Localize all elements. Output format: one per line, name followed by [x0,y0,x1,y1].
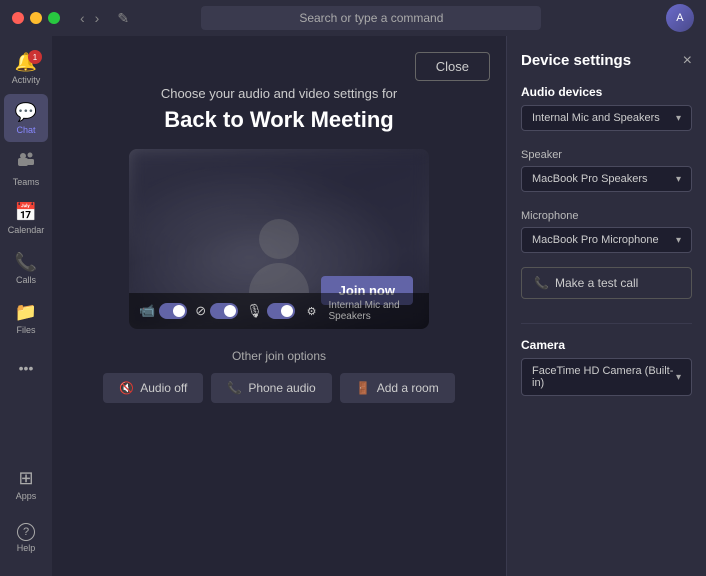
panel-header: Device settings × [521,52,692,69]
add-room-button[interactable]: 🚪 Add a room [340,373,455,403]
video-camera-icon: 📹 [139,303,155,319]
maximize-window-button[interactable] [48,12,60,24]
files-icon: 📁 [15,302,37,323]
sidebar-item-calendar[interactable]: 📅 Calendar [4,194,48,242]
join-options-row: 🔇 Audio off 📞 Phone audio 🚪 Add a room [72,373,486,403]
mic-icon: 🎙 [246,303,263,319]
sidebar-item-label: Calls [16,275,36,285]
apps-icon: ⊞ [18,468,33,489]
microphone-label: Microphone [521,210,692,222]
title-bar: ‹ › ✎ Search or type a command A [0,0,706,36]
phone-audio-icon: 📞 [227,381,242,395]
add-room-icon: 🚪 [356,381,371,395]
test-call-label: Make a test call [555,276,638,290]
sidebar-item-label: Chat [16,125,35,135]
audio-device-value: Internal Mic and Speakers [532,112,660,124]
microphone-value: MacBook Pro Microphone [532,234,659,246]
sidebar-item-label: Help [17,543,36,553]
chevron-down-icon: ▾ [676,235,681,246]
calendar-icon: 📅 [15,202,37,223]
microphone-dropdown[interactable]: MacBook Pro Microphone ▾ [521,227,692,253]
join-options-title: Other join options [72,349,486,363]
chevron-down-icon: ▾ [676,372,681,383]
sidebar-bottom: ⊞ Apps ? Help [4,460,48,576]
sidebar-item-chat[interactable]: 💬 Chat [4,94,48,142]
speaker-dropdown[interactable]: MacBook Pro Speakers ▾ [521,166,692,192]
audio-off-label: Audio off [140,381,187,395]
close-window-button[interactable] [12,12,24,24]
phone-audio-label: Phone audio [248,381,315,395]
audio-off-button[interactable]: 🔇 Audio off [103,373,203,403]
meeting-subtitle: Choose your audio and video settings for [161,86,397,101]
sidebar-item-label: Teams [13,177,40,187]
camera-value: FaceTime HD Camera (Built-in) [532,365,676,389]
audio-off-icon: 🔇 [119,381,134,395]
join-options-section: Other join options 🔇 Audio off 📞 Phone a… [72,349,486,403]
toggle-knob [224,305,236,317]
sidebar-item-calls[interactable]: 📞 Calls [4,244,48,292]
speaker-value: MacBook Pro Speakers [532,173,648,185]
sidebar-item-label: Calendar [8,225,45,235]
audio-device-dropdown[interactable]: Internal Mic and Speakers ▾ [521,105,692,131]
panel-close-button[interactable]: × [683,53,692,69]
camera-label: Camera [521,338,692,352]
toggle-knob [281,305,293,317]
sidebar-item-activity[interactable]: 1 🔔 Activity [4,44,48,92]
video-controls-bar: 📹 ⊘ 🎙 ⚙ Inte [129,293,429,329]
traffic-lights [12,12,60,24]
nav-back-button[interactable]: ‹ [76,8,89,28]
speaker-label: Speaker [521,149,692,161]
video-toggle-group: 📹 [139,303,187,319]
panel-title: Device settings [521,52,631,69]
compose-button[interactable]: ✎ [111,8,135,29]
chat-icon: 💬 [15,102,37,123]
video-preview: Join now 📹 ⊘ 🎙 [129,149,429,329]
activity-badge: 1 [28,50,42,64]
divider [521,323,692,324]
close-meeting-button[interactable]: Close [415,52,490,81]
search-placeholder: Search or type a command [299,11,443,25]
device-settings-panel: Device settings × Audio devices Internal… [506,36,706,576]
settings-icon[interactable]: ⚙ [307,305,317,318]
add-room-label: Add a room [377,381,439,395]
sidebar-item-apps[interactable]: ⊞ Apps [4,460,48,508]
more-icon: ••• [19,360,34,376]
mic-toggle[interactable] [267,303,295,319]
sidebar-item-files[interactable]: 📁 Files [4,294,48,342]
teams-icon [16,150,36,175]
nav-forward-button[interactable]: › [91,8,104,28]
sidebar-item-help[interactable]: ? Help [4,514,48,562]
blur-toggle-group: ⊘ [195,303,238,319]
sidebar-item-label: Files [16,325,35,335]
sidebar-item-more[interactable]: ••• [4,344,48,392]
audio-devices-label: Audio devices [521,85,692,99]
minimize-window-button[interactable] [30,12,42,24]
mic-toggle-group: 🎙 [246,303,295,319]
blur-toggle[interactable] [210,303,238,319]
avatar[interactable]: A [666,4,694,32]
chevron-down-icon: ▾ [676,174,681,185]
test-call-button[interactable]: 📞 Make a test call [521,267,692,299]
test-call-icon: 📞 [534,276,549,290]
blur-icon: ⊘ [195,303,206,319]
sidebar-item-teams[interactable]: Teams [4,144,48,192]
device-label: Internal Mic and Speakers [328,300,419,322]
phone-audio-button[interactable]: 📞 Phone audio [211,373,331,403]
help-icon: ? [17,523,35,541]
chevron-down-icon: ▾ [676,113,681,124]
video-toggle[interactable] [159,303,187,319]
camera-dropdown[interactable]: FaceTime HD Camera (Built-in) ▾ [521,358,692,396]
sidebar-item-label: Activity [12,75,41,85]
sidebar: 1 🔔 Activity 💬 Chat Teams 📅 Calendar [0,36,52,576]
content-area: Close Choose your audio and video settin… [52,36,506,576]
main-layout: 1 🔔 Activity 💬 Chat Teams 📅 Calendar [0,36,706,576]
meeting-title: Back to Work Meeting [164,107,393,133]
sidebar-item-label: Apps [16,491,37,501]
calls-icon: 📞 [15,252,37,273]
search-bar[interactable]: Search or type a command [201,6,541,30]
toggle-knob [173,305,185,317]
